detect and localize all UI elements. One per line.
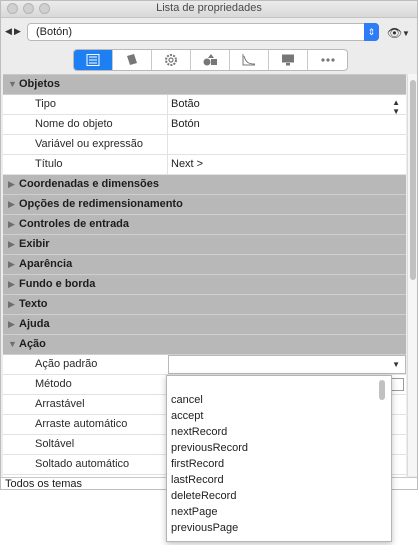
title-bar: Lista de propriedades xyxy=(1,1,417,18)
category-exibir[interactable]: ▶ Exibir xyxy=(3,235,406,255)
column-divider xyxy=(167,95,168,114)
checkbox[interactable] xyxy=(391,378,404,391)
dropdown-scrollbar-thumb[interactable] xyxy=(379,380,385,400)
category-redimensionamento[interactable]: ▶ Opções de redimensionamento xyxy=(3,195,406,215)
category-label: Texto xyxy=(19,298,48,310)
tab-settings[interactable] xyxy=(152,50,191,70)
disclosure-collapsed-icon[interactable]: ▶ xyxy=(8,219,15,230)
category-label: Ação xyxy=(19,338,46,350)
action-combo-box[interactable] xyxy=(168,355,406,374)
previous-object-arrow-icon[interactable]: ◀ xyxy=(5,26,12,37)
vertical-scrollbar[interactable] xyxy=(407,74,417,476)
dropdown-item[interactable]: lastRecord xyxy=(171,474,224,486)
monitor-icon xyxy=(282,54,294,66)
property-value[interactable]: Botón xyxy=(171,118,200,130)
action-dropdown-list[interactable]: cancel accept nextRecord previousRecord … xyxy=(166,375,392,542)
disclosure-collapsed-icon[interactable]: ▶ xyxy=(8,199,15,210)
disclosure-collapsed-icon[interactable]: ▶ xyxy=(8,319,15,330)
property-name: Método xyxy=(35,378,72,390)
disclosure-expanded-icon[interactable]: ▼ xyxy=(8,339,17,349)
dropdown-item[interactable]: deleteRecord xyxy=(171,490,236,502)
category-label: Opções de redimensionamento xyxy=(19,198,183,210)
dropdown-item[interactable]: previousPage xyxy=(171,522,238,534)
category-label: Objetos xyxy=(19,78,60,90)
disclosure-collapsed-icon[interactable]: ▶ xyxy=(8,179,15,190)
category-acao[interactable]: ▼ Ação xyxy=(3,335,406,355)
dropdown-item[interactable]: nextRecord xyxy=(171,426,227,438)
property-row-variavel[interactable]: Variável ou expressão xyxy=(3,135,406,155)
property-row-acao-padrao[interactable]: Ação padrão ▼ xyxy=(3,355,406,375)
object-selector-value: (Botón) xyxy=(36,26,73,38)
theme-tabs xyxy=(73,49,348,71)
category-coordenadas[interactable]: ▶ Coordenadas e dimensões xyxy=(3,175,406,195)
disclosure-collapsed-icon[interactable]: ▶ xyxy=(8,279,15,290)
category-texto[interactable]: ▶ Texto xyxy=(3,295,406,315)
property-row-nome-do-objeto[interactable]: Nome do objeto Botón xyxy=(3,115,406,135)
category-objetos[interactable]: ▼ Objetos xyxy=(3,75,406,95)
dropdown-item[interactable]: nextPage xyxy=(171,506,217,518)
window-title: Lista de propriedades xyxy=(156,2,262,14)
object-selector-stepper-icon[interactable]: ⇕ xyxy=(364,23,379,41)
dropdown-item[interactable]: previousRecord xyxy=(171,442,248,454)
eye-icon[interactable]: 👁 xyxy=(387,26,402,40)
gear-icon xyxy=(165,54,177,66)
property-name: Arrastável xyxy=(35,398,85,410)
category-label: Coordenadas e dimensões xyxy=(19,178,159,190)
object-selector[interactable]: (Botón) ⇕ xyxy=(27,23,379,41)
property-value[interactable]: Next > xyxy=(171,158,203,170)
disclosure-collapsed-icon[interactable]: ▶ xyxy=(8,299,15,310)
property-row-titulo[interactable]: Título Next > xyxy=(3,155,406,175)
property-name: Nome do objeto xyxy=(35,118,113,130)
tab-more[interactable] xyxy=(308,50,347,70)
shapes-icon xyxy=(203,54,217,66)
scrollbar-thumb[interactable] xyxy=(410,80,416,280)
tab-properties[interactable] xyxy=(74,50,113,70)
property-name: Tipo xyxy=(35,98,56,110)
disclosure-collapsed-icon[interactable]: ▶ xyxy=(8,239,15,250)
category-controles-de-entrada[interactable]: ▶ Controles de entrada xyxy=(3,215,406,235)
chart-icon xyxy=(242,54,256,66)
disclosure-expanded-icon[interactable]: ▼ xyxy=(8,79,17,89)
updown-stepper-icon[interactable]: ▲ ▼ xyxy=(392,98,400,116)
category-label: Ajuda xyxy=(19,318,50,330)
more-icon xyxy=(320,58,335,62)
column-divider xyxy=(167,155,168,174)
dropdown-item[interactable]: accept xyxy=(171,410,203,422)
property-name: Título xyxy=(35,158,63,170)
property-value[interactable]: Botão xyxy=(171,98,200,110)
tab-shapes[interactable] xyxy=(191,50,230,70)
column-divider xyxy=(167,115,168,134)
tab-book[interactable] xyxy=(113,50,152,70)
property-row-tipo[interactable]: Tipo Botão ▲ ▼ xyxy=(3,95,406,116)
category-fundo-e-borda[interactable]: ▶ Fundo e borda xyxy=(3,275,406,295)
disclosure-collapsed-icon[interactable]: ▶ xyxy=(8,259,15,270)
book-icon xyxy=(127,54,137,65)
column-divider xyxy=(167,135,168,154)
category-label: Fundo e borda xyxy=(19,278,96,290)
dropdown-item[interactable]: cancel xyxy=(171,394,203,406)
category-ajuda[interactable]: ▶ Ajuda xyxy=(3,315,406,335)
tab-chart[interactable] xyxy=(230,50,269,70)
dropdown-item[interactable]: firstRecord xyxy=(171,458,224,470)
property-name: Arraste automático xyxy=(35,418,128,430)
property-name: Soltado automático xyxy=(35,458,130,470)
chevron-down-icon[interactable]: ▼ xyxy=(402,29,410,38)
footer-label: Todos os temas xyxy=(5,478,83,490)
property-name: Ação padrão xyxy=(35,358,98,370)
dropdown-arrow-icon[interactable]: ▼ xyxy=(392,360,400,369)
category-label: Aparência xyxy=(19,258,73,270)
property-name: Soltável xyxy=(35,438,75,450)
tab-monitor[interactable] xyxy=(269,50,308,70)
next-object-arrow-icon[interactable]: ▶ xyxy=(14,26,21,37)
list-icon xyxy=(86,54,100,66)
category-label: Controles de entrada xyxy=(19,218,130,230)
category-label: Exibir xyxy=(19,238,50,250)
category-aparencia[interactable]: ▶ Aparência xyxy=(3,255,406,275)
property-name: Variável ou expressão xyxy=(35,138,144,150)
